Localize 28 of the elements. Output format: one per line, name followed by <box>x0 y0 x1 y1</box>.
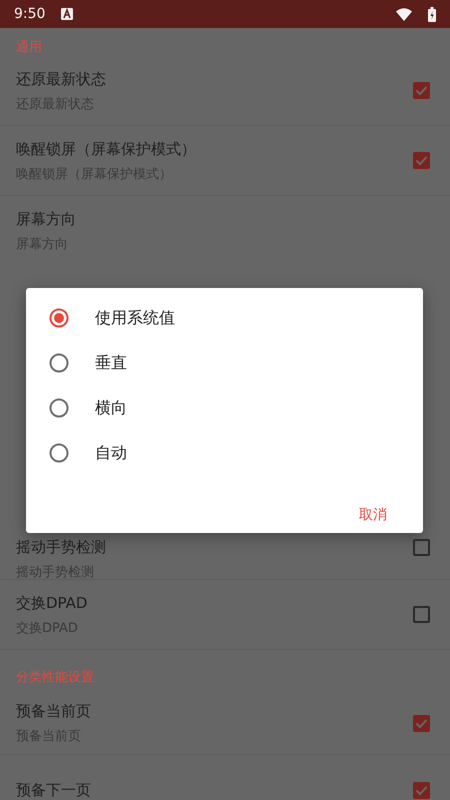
clock-time: 9:50 <box>14 4 46 24</box>
checkbox[interactable] <box>413 714 430 732</box>
option-label[interactable]: 垂直 <box>95 350 127 374</box>
setting-title: 预备当前页 <box>16 702 91 720</box>
battery-icon <box>428 6 436 22</box>
section-header: 分类性能设置 <box>16 670 94 685</box>
radio-button[interactable] <box>49 308 69 328</box>
checkbox[interactable] <box>413 82 430 99</box>
option-label[interactable]: 自动 <box>95 440 127 464</box>
setting-title: 预备下一页 <box>16 781 91 799</box>
setting-title: 交换DPAD <box>16 594 88 612</box>
setting-title: 摇动手势检测 <box>16 538 106 556</box>
checkbox[interactable] <box>413 539 430 556</box>
section-header: 通用 <box>16 40 42 55</box>
radio-button[interactable] <box>49 398 69 418</box>
cancel-button[interactable]: 取消 <box>349 499 397 532</box>
setting-title: 唤醒锁屏（屏幕保护模式） <box>16 140 196 158</box>
option-label[interactable]: 横向 <box>95 396 127 420</box>
setting-title: 屏幕方向 <box>16 210 76 228</box>
setting-title: 还原最新状态 <box>16 70 106 88</box>
notification-icon <box>61 8 74 20</box>
checkbox[interactable] <box>413 606 430 623</box>
checkbox[interactable] <box>413 782 430 798</box>
radio-button[interactable] <box>49 352 69 372</box>
wifi-icon <box>396 8 412 20</box>
option-label[interactable]: 使用系统值 <box>95 306 175 330</box>
radio-button[interactable] <box>49 442 69 462</box>
checkbox[interactable] <box>413 152 430 169</box>
